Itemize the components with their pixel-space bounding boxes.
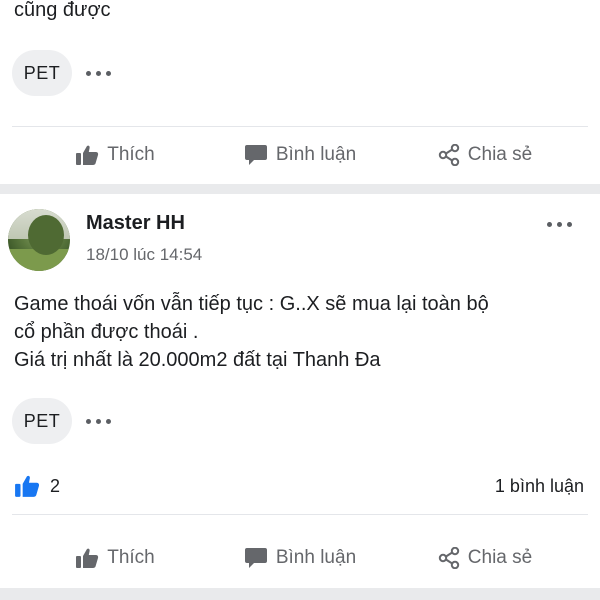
comment-button[interactable]: Bình luận [230, 547, 370, 569]
post-text-tail: cũng được [14, 0, 111, 21]
avatar[interactable] [8, 209, 70, 271]
thumbs-up-icon [76, 548, 99, 568]
comment-label: Bình luận [275, 547, 357, 568]
like-reaction-icon [15, 475, 40, 497]
share-icon [438, 547, 459, 569]
like-count: 2 [50, 475, 61, 496]
tag-chip[interactable]: PET [12, 398, 72, 444]
like-button[interactable]: Thích [0, 547, 230, 569]
comment-label: Bình luận [275, 144, 357, 165]
action-bar: Thích Bình luận Chia sẻ [0, 127, 600, 183]
share-icon [438, 144, 459, 166]
more-dots-icon[interactable] [86, 398, 116, 444]
speech-bubble-icon [244, 548, 267, 568]
comment-count[interactable]: 1 bình luận [495, 476, 584, 497]
speech-bubble-icon [244, 145, 267, 165]
like-label: Thích [107, 144, 155, 165]
post-line-3: Giá trị nhất là 20.000m2 đất tại Thanh Đ… [14, 349, 381, 371]
reaction-summary[interactable]: 2 [14, 474, 60, 498]
like-label: Thích [107, 547, 155, 568]
share-label: Chia sẻ [467, 144, 533, 165]
share-label: Chia sẻ [467, 547, 533, 568]
tag-row: PET [12, 398, 116, 444]
share-button[interactable]: Chia sẻ [370, 144, 600, 166]
thumbs-up-icon [76, 145, 99, 165]
action-bar: Thích Bình luận Chia sẻ [0, 530, 600, 586]
comment-button[interactable]: Bình luận [230, 144, 370, 166]
tag-chip[interactable]: PET [12, 50, 72, 96]
divider [12, 514, 588, 515]
timestamp[interactable]: 18/10 lúc 14:54 [86, 245, 202, 265]
post-separator [0, 588, 600, 600]
post-options-icon[interactable] [542, 219, 572, 229]
share-button[interactable]: Chia sẻ [370, 547, 600, 569]
tag-row: PET [12, 50, 116, 96]
more-dots-icon[interactable] [86, 50, 116, 96]
author-name[interactable]: Master HH [86, 212, 185, 235]
like-button[interactable]: Thích [0, 144, 230, 166]
post-separator [0, 184, 600, 194]
